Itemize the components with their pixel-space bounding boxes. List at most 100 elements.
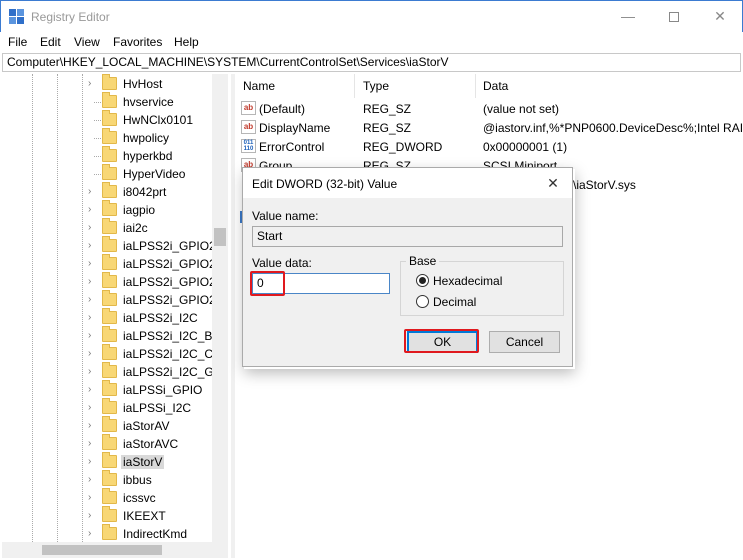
tree-item[interactable]: › iaStorV bbox=[2, 452, 227, 471]
expand-chevron-icon[interactable]: › bbox=[88, 384, 98, 396]
cancel-button[interactable]: Cancel bbox=[489, 331, 560, 353]
column-data[interactable]: Data bbox=[476, 74, 743, 98]
tree-item[interactable]: › HvHost bbox=[2, 74, 227, 93]
folder-icon bbox=[102, 200, 117, 216]
close-icon: ✕ bbox=[714, 8, 726, 24]
expand-chevron-icon[interactable]: › bbox=[88, 258, 98, 270]
tree-item[interactable]: › iaLPSS2i_I2C_CNI bbox=[2, 344, 227, 363]
minimize-button[interactable]: — bbox=[605, 1, 651, 32]
key-tree[interactable]: › HvHost hvservice HwNClx0101 hwpolicy hyperk… bbox=[2, 74, 228, 542]
tree-item[interactable]: › icssvc bbox=[2, 488, 227, 507]
hexadecimal-radio[interactable] bbox=[416, 274, 429, 287]
value-row[interactable]: ab DisplayName REG_SZ @iastorv.inf,%*PNP… bbox=[236, 118, 743, 137]
tree-item[interactable]: › IndirectKmd bbox=[2, 524, 227, 542]
folder-icon bbox=[102, 434, 117, 450]
close-window-button[interactable]: ✕ bbox=[697, 1, 743, 32]
expand-chevron-icon[interactable]: › bbox=[88, 420, 98, 432]
folder-icon bbox=[102, 92, 117, 108]
expand-chevron-icon[interactable]: › bbox=[88, 222, 98, 234]
tree-item-label: iaStorV bbox=[121, 455, 165, 469]
folder-icon bbox=[102, 362, 117, 378]
expand-chevron-icon[interactable]: › bbox=[88, 438, 98, 450]
folder-icon bbox=[102, 326, 117, 342]
address-bar[interactable]: Computer\HKEY_LOCAL_MACHINE\SYSTEM\Curre… bbox=[2, 53, 741, 72]
maximize-icon bbox=[669, 12, 679, 23]
tree-item-label: HyperVideo bbox=[123, 167, 186, 181]
value-row[interactable]: ab (Default) REG_SZ (value not set) bbox=[236, 99, 743, 118]
folder-icon bbox=[102, 254, 117, 270]
tree-vertical-scrollbar[interactable] bbox=[212, 74, 228, 542]
menu-view[interactable]: View bbox=[74, 35, 100, 49]
tree-item[interactable]: › iagpio bbox=[2, 200, 227, 219]
string-value-icon: ab bbox=[241, 120, 256, 134]
column-name[interactable]: Name bbox=[236, 74, 355, 98]
tree-item[interactable]: › iaLPSS2i_GPIO2_C bbox=[2, 290, 227, 309]
decimal-radio[interactable] bbox=[416, 295, 429, 308]
folder-icon bbox=[102, 416, 117, 432]
expand-chevron-icon[interactable]: › bbox=[88, 186, 98, 198]
pane-splitter[interactable] bbox=[231, 74, 235, 558]
expand-chevron-icon[interactable]: › bbox=[88, 456, 98, 468]
tree-item[interactable]: › iaLPSS2i_I2C_BXT bbox=[2, 326, 227, 345]
tree-item[interactable]: HwNClx0101 bbox=[2, 110, 227, 129]
tree-item[interactable]: › ibbus bbox=[2, 470, 227, 489]
folder-icon bbox=[102, 236, 117, 252]
tree-item[interactable]: › iaLPSS2i_GPIO2 bbox=[2, 236, 227, 255]
string-value-icon: ab bbox=[241, 101, 256, 115]
expand-chevron-icon[interactable]: › bbox=[88, 366, 98, 378]
tree-item[interactable]: hwpolicy bbox=[2, 128, 227, 147]
tree-item[interactable]: › iaStorAV bbox=[2, 416, 227, 435]
tree-item-label: iaLPSSi_I2C bbox=[123, 401, 192, 415]
decimal-label[interactable]: Decimal bbox=[433, 295, 476, 309]
menu-file[interactable]: File bbox=[8, 35, 27, 49]
tree-item-label: iai2c bbox=[123, 221, 148, 235]
tree-item[interactable]: › iai2c bbox=[2, 218, 227, 237]
tree-item[interactable]: › iaStorAVC bbox=[2, 434, 227, 453]
tree-item-label: HwNClx0101 bbox=[123, 113, 194, 127]
tree-item-label: IndirectKmd bbox=[123, 527, 188, 541]
tree-item[interactable]: › iaLPSSi_I2C bbox=[2, 398, 227, 417]
value-row[interactable]: 011 110 ErrorControl REG_DWORD 0x00000001… bbox=[236, 137, 743, 156]
tree-item[interactable]: hyperkbd bbox=[2, 146, 227, 165]
expand-chevron-icon[interactable]: › bbox=[88, 330, 98, 342]
expand-chevron-icon[interactable]: › bbox=[88, 402, 98, 414]
maximize-button[interactable] bbox=[651, 1, 697, 32]
folder-icon bbox=[102, 308, 117, 324]
expand-chevron-icon[interactable]: › bbox=[88, 474, 98, 486]
expand-chevron-icon[interactable]: › bbox=[88, 240, 98, 252]
tree-item[interactable]: › iaLPSS2i_GPIO2_E bbox=[2, 254, 227, 273]
tree-item[interactable]: › IKEEXT bbox=[2, 506, 227, 525]
dialog-close-button[interactable]: ✕ bbox=[543, 174, 563, 192]
expand-chevron-icon[interactable]: › bbox=[88, 204, 98, 216]
folder-icon bbox=[102, 470, 117, 486]
tree-item[interactable]: › iaLPSS2i_GPIO2_C bbox=[2, 272, 227, 291]
expand-chevron-icon[interactable]: › bbox=[88, 510, 98, 522]
close-icon: ✕ bbox=[547, 175, 559, 191]
title-bar: Registry Editor — ✕ bbox=[0, 0, 743, 32]
scrollbar-thumb[interactable] bbox=[214, 228, 226, 246]
expand-chevron-icon[interactable]: › bbox=[88, 294, 98, 306]
scrollbar-thumb[interactable] bbox=[42, 545, 162, 555]
expand-chevron-icon[interactable]: › bbox=[88, 312, 98, 324]
menu-favorites[interactable]: Favorites bbox=[113, 35, 162, 49]
expand-chevron-icon[interactable]: › bbox=[88, 528, 98, 540]
menu-help[interactable]: Help bbox=[174, 35, 199, 49]
expand-chevron-icon[interactable]: › bbox=[88, 78, 98, 90]
column-type[interactable]: Type bbox=[356, 74, 476, 98]
expand-chevron-icon[interactable]: › bbox=[88, 492, 98, 504]
tree-item[interactable]: › iaLPSS2i_I2C_GLK bbox=[2, 362, 227, 381]
tree-item-label: iaLPSSi_GPIO bbox=[123, 383, 203, 397]
tree-item[interactable]: HyperVideo bbox=[2, 164, 227, 183]
tree-item[interactable]: hvservice bbox=[2, 92, 227, 111]
expand-chevron-icon[interactable]: › bbox=[88, 348, 98, 360]
base-group bbox=[400, 261, 564, 316]
expand-chevron-icon[interactable]: › bbox=[88, 276, 98, 288]
menu-edit[interactable]: Edit bbox=[40, 35, 61, 49]
hexadecimal-label[interactable]: Hexadecimal bbox=[433, 274, 502, 288]
tree-item[interactable]: › iaLPSSi_GPIO bbox=[2, 380, 227, 399]
tree-item[interactable]: › iaLPSS2i_I2C bbox=[2, 308, 227, 327]
tree-item[interactable]: › i8042prt bbox=[2, 182, 227, 201]
folder-icon bbox=[102, 110, 117, 126]
tree-item-label: icssvc bbox=[123, 491, 156, 505]
tree-horizontal-scrollbar[interactable] bbox=[2, 542, 228, 558]
